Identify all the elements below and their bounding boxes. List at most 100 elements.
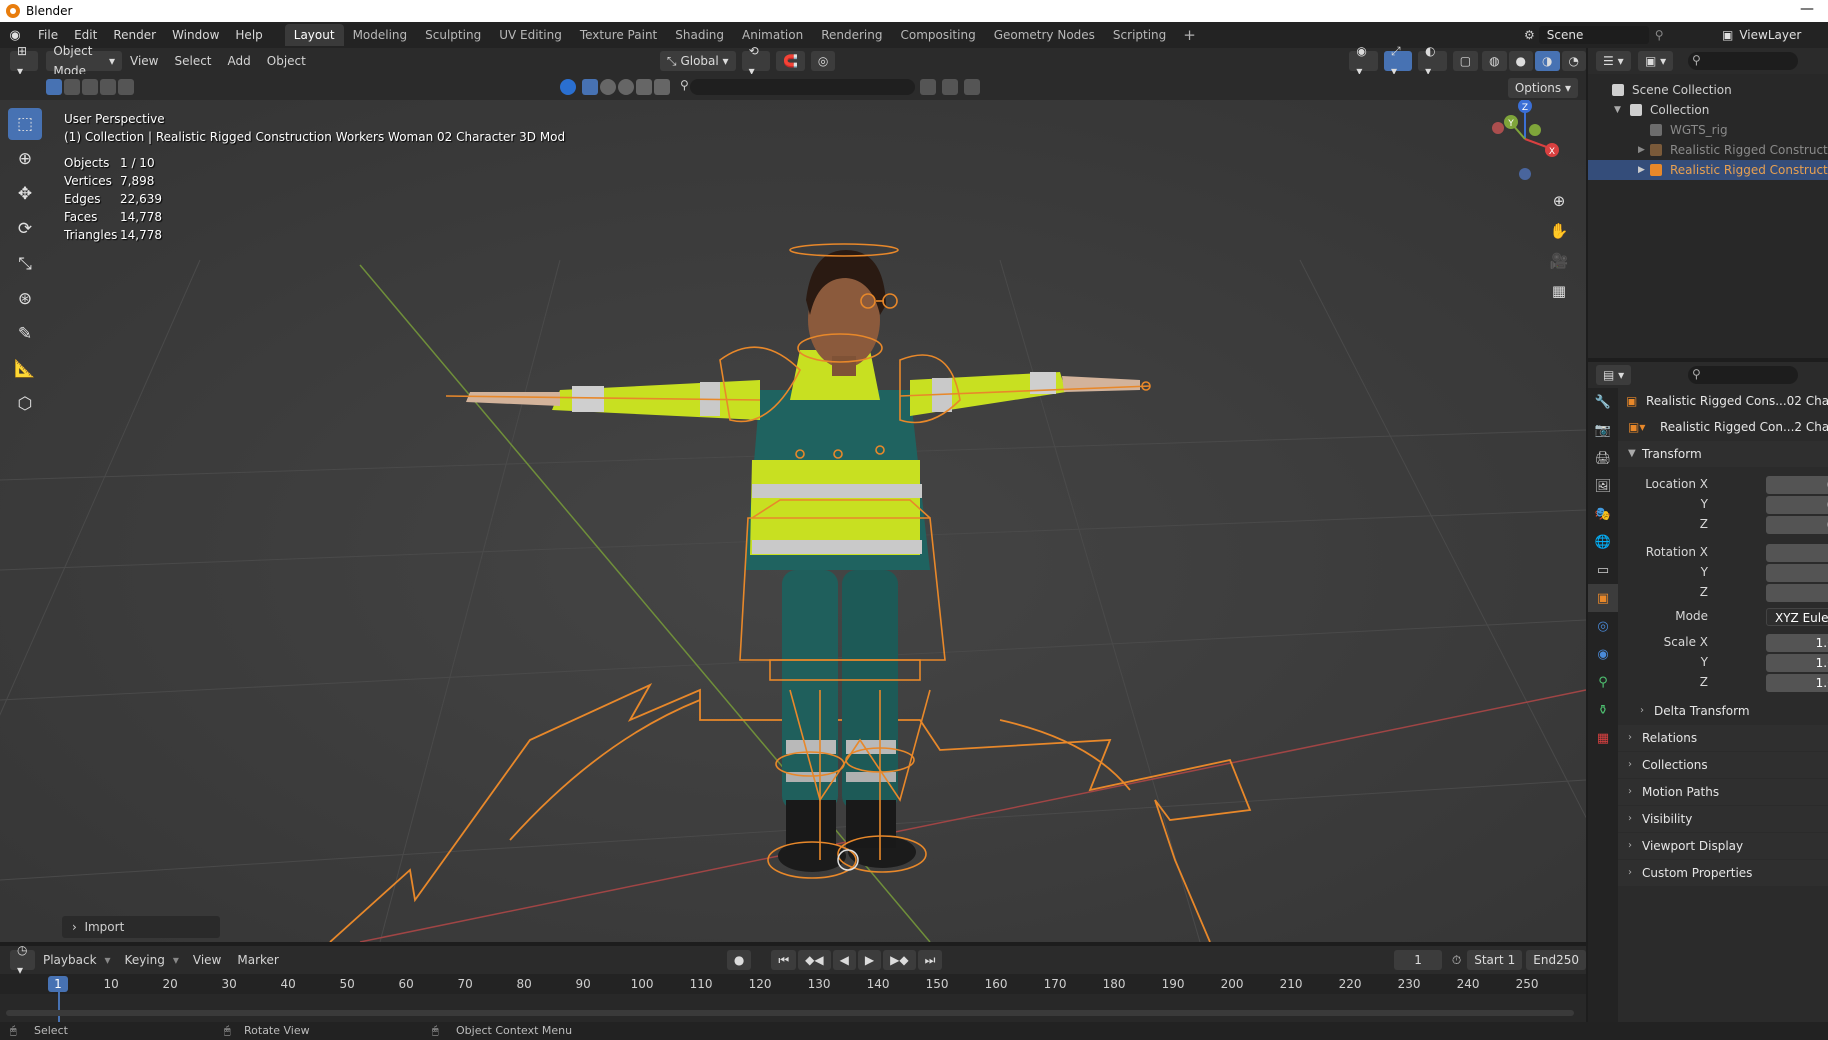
pivot-dropdown[interactable]: ⟲ ▾ — [741, 44, 770, 78]
filter-texture-icon[interactable] — [654, 79, 670, 95]
outliner-search-input[interactable] — [1688, 52, 1798, 70]
bookmark-icon[interactable] — [942, 79, 958, 95]
filter-light-icon[interactable] — [618, 79, 634, 95]
select-new-icon[interactable] — [46, 79, 62, 95]
orientation-dropdown[interactable]: ⤡ Global ▾ — [659, 51, 736, 71]
transform-tool[interactable]: ⊛ — [8, 283, 42, 315]
menu-window[interactable]: Window — [164, 22, 227, 48]
viewport-display-panel[interactable]: › Viewport Display — [1618, 833, 1828, 859]
camera-icon[interactable]: 🎥 — [1546, 248, 1572, 274]
tab-rendering[interactable]: Rendering — [812, 24, 891, 46]
cursor-tool[interactable]: ⊕ — [8, 143, 42, 175]
tab-modeling[interactable]: Modeling — [344, 24, 417, 46]
proportional-edit-toggle[interactable]: ◎ — [810, 51, 836, 71]
minimize-button[interactable]: — — [1800, 1, 1814, 17]
timeline-scrollbar[interactable] — [6, 1010, 1574, 1016]
collection-tab-icon[interactable]: ▭ — [1588, 556, 1618, 584]
tool-tab-icon[interactable]: 🔧 — [1588, 388, 1618, 416]
scene-tab-icon[interactable]: 🎭 — [1588, 500, 1618, 528]
tab-sculpting[interactable]: Sculpting — [416, 24, 490, 46]
view-layer-selector[interactable]: ▣ ViewLayer — [1722, 25, 1828, 45]
xray-toggle[interactable]: ▢ — [1452, 51, 1479, 71]
tab-animation[interactable]: Animation — [733, 24, 812, 46]
start-frame-field[interactable]: Start 1 — [1467, 950, 1523, 970]
filter-object-icon[interactable] — [582, 79, 598, 95]
select-subtract-icon[interactable] — [82, 79, 98, 95]
world-tab-icon[interactable]: 🌐 — [1588, 528, 1618, 556]
filter-camera-icon[interactable] — [636, 79, 652, 95]
modifier-tab-icon[interactable]: ◎ — [1588, 612, 1618, 640]
location-x-field[interactable]: 0 m — [1766, 476, 1828, 494]
grid-ortho-icon[interactable]: ▦ — [1546, 278, 1572, 304]
delta-transform-panel[interactable]: › Delta Transform — [1618, 698, 1828, 724]
menu-object[interactable]: Object — [259, 54, 314, 68]
chevron-right-icon[interactable]: ▶ — [1638, 140, 1645, 160]
menu-add[interactable]: Add — [220, 54, 259, 68]
shading-wireframe[interactable]: ◍ — [1482, 51, 1507, 71]
relations-panel[interactable]: › Relations — [1618, 725, 1828, 751]
physics-tab-icon[interactable]: ◉ — [1588, 640, 1618, 668]
annotate-tool[interactable]: ✎ — [8, 318, 42, 350]
timeline-editor-type[interactable]: ◷ ▾ — [10, 943, 35, 977]
shading-solid[interactable]: ● — [1508, 51, 1534, 71]
rotation-x-field[interactable]: 0° — [1766, 544, 1828, 562]
tab-geometry-nodes[interactable]: Geometry Nodes — [985, 24, 1104, 46]
scale-tool[interactable]: ⤡ — [8, 248, 42, 280]
rotation-z-field[interactable]: 0° — [1766, 584, 1828, 602]
play-button[interactable]: ▶ — [857, 950, 882, 970]
filter-icon[interactable] — [964, 79, 980, 95]
options-button[interactable]: Options ▾ — [1507, 78, 1578, 98]
location-z-field[interactable]: 0 m — [1766, 516, 1828, 534]
zoom-icon[interactable]: ⊕ — [1546, 188, 1572, 214]
menu-render[interactable]: Render — [105, 22, 164, 48]
object-tab-icon[interactable]: ▣ — [1588, 584, 1618, 612]
next-keyframe-button[interactable]: ▶◆ — [883, 950, 916, 970]
menu-view[interactable]: View — [122, 54, 166, 68]
menu-timeline-view[interactable]: View — [185, 953, 229, 967]
jump-start-button[interactable]: ⏮ — [771, 950, 797, 970]
overlay-toggle[interactable]: ◐ ▾ — [1418, 44, 1447, 78]
menu-help[interactable]: Help — [227, 22, 270, 48]
record-button[interactable]: ● — [726, 950, 752, 970]
scene-selector[interactable]: ⚙ Scene ⚲ — [1524, 25, 1684, 45]
rotation-y-field[interactable]: 0° — [1766, 564, 1828, 582]
current-frame-indicator[interactable]: 1 — [48, 976, 68, 992]
rotation-mode-dropdown[interactable]: XYZ Euler — [1766, 608, 1828, 626]
prev-keyframe-button[interactable]: ◆◀ — [798, 950, 831, 970]
texture-tab-icon[interactable]: ▦ — [1588, 724, 1618, 752]
outliner-row-armature[interactable]: ▶ Realistic Rigged Construction W — [1588, 140, 1828, 160]
move-tool[interactable]: ✥ — [8, 178, 42, 210]
shading-rendered[interactable]: ◔ — [1561, 51, 1586, 71]
select-invert-icon[interactable] — [100, 79, 116, 95]
visibility-panel[interactable]: › Visibility — [1618, 806, 1828, 832]
view-layer-name[interactable]: ViewLayer — [1739, 28, 1801, 42]
chevron-right-icon[interactable]: ▶ — [1638, 160, 1645, 180]
tab-compositing[interactable]: Compositing — [891, 24, 984, 46]
scene-name-field[interactable]: Scene — [1538, 26, 1649, 44]
tab-layout[interactable]: Layout — [284, 24, 344, 46]
filter-mesh-icon[interactable] — [560, 79, 576, 95]
motion-paths-panel[interactable]: › Motion Paths — [1618, 779, 1828, 805]
measure-tool[interactable]: 📐 — [8, 353, 42, 385]
select-intersect-icon[interactable] — [118, 79, 134, 95]
custom-properties-panel[interactable]: › Custom Properties — [1618, 860, 1828, 886]
filter-material-icon[interactable] — [600, 79, 616, 95]
snap-toggle[interactable]: 🧲 — [775, 51, 805, 71]
pin-icon[interactable]: ⚲ — [1655, 28, 1664, 42]
outliner-row-wgts-rig[interactable]: WGTS_rig — [1588, 120, 1828, 140]
chevron-down-icon[interactable]: ▼ — [1614, 100, 1621, 120]
outliner-row-selected-armature[interactable]: ▶ Realistic Rigged Construction W — [1588, 160, 1828, 180]
outliner-row-collection[interactable]: ▼ Collection — [1588, 100, 1828, 120]
shading-material[interactable]: ◑ — [1535, 51, 1560, 71]
properties-editor-type[interactable]: ▤ ▾ — [1596, 365, 1632, 385]
tab-uv-editing[interactable]: UV Editing — [490, 24, 571, 46]
outliner-row-scene-collection[interactable]: Scene Collection — [1588, 80, 1828, 100]
view-layer-tab-icon[interactable]: 🖼 — [1588, 472, 1618, 500]
tab-texture-paint[interactable]: Texture Paint — [571, 24, 666, 46]
playhead[interactable] — [58, 992, 60, 1022]
menu-select[interactable]: Select — [166, 54, 219, 68]
output-tab-icon[interactable]: 🖨 — [1588, 444, 1618, 472]
tab-scripting[interactable]: Scripting — [1104, 24, 1175, 46]
object-name[interactable]: Realistic Rigged Cons...02 Character — [1646, 394, 1828, 408]
select-box-tool[interactable]: ⬚ — [8, 108, 42, 140]
